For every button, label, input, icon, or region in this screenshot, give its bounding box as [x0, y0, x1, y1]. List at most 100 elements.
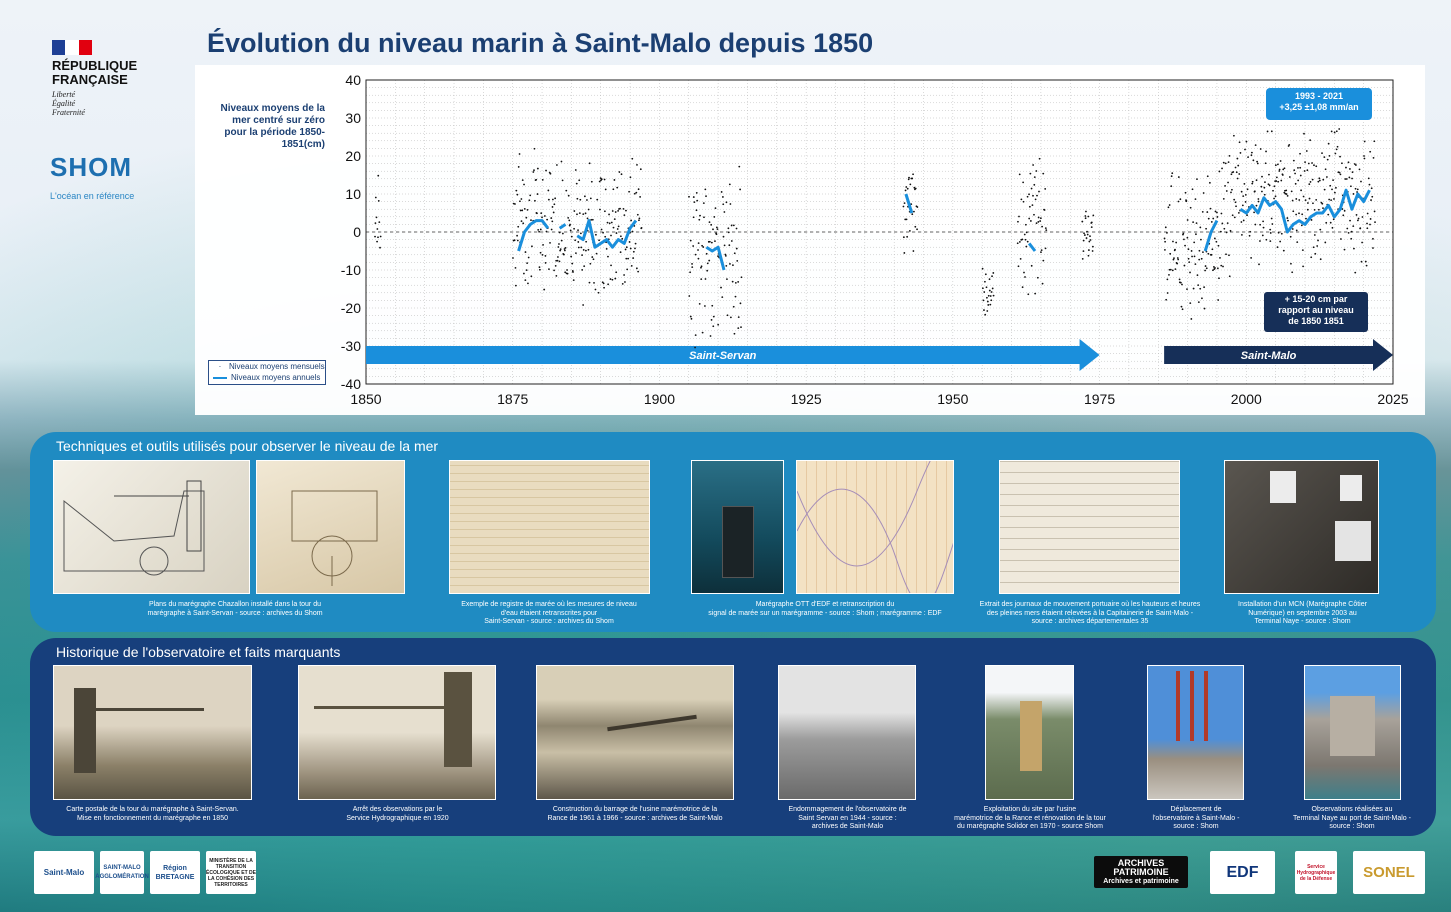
monthly-point [1219, 230, 1222, 233]
monthly-point [986, 296, 988, 299]
monthly-point [698, 302, 701, 305]
monthly-point [1347, 161, 1350, 164]
monthly-point [902, 236, 905, 239]
monthly-point [989, 295, 992, 297]
monthly-point [640, 227, 643, 229]
monthly-point [1200, 257, 1203, 260]
monthly-point [700, 265, 703, 268]
monthly-point [1081, 220, 1084, 223]
chazallon-gear-photo[interactable] [256, 460, 405, 594]
chimney-icon [1204, 671, 1208, 741]
monthly-point [1166, 231, 1168, 234]
monthly-point [586, 217, 589, 220]
monthly-point [590, 180, 593, 183]
monthly-point [739, 302, 742, 305]
monthly-point [1209, 207, 1212, 210]
port-journal-photo[interactable] [999, 460, 1180, 594]
monthly-point [992, 272, 995, 274]
monthly-point [1193, 255, 1196, 258]
monthly-point [1247, 156, 1249, 159]
monthly-point [515, 189, 518, 192]
monthly-point [577, 229, 579, 232]
monthly-point [551, 206, 554, 208]
solidor-tower-photo[interactable] [985, 665, 1074, 800]
monthly-point [1228, 154, 1231, 157]
monthly-point [636, 213, 639, 216]
monthly-point [1330, 130, 1333, 133]
monthly-point [1288, 176, 1291, 178]
maregramme-photo[interactable] [796, 460, 954, 594]
monthly-point [543, 215, 546, 217]
monthly-point [520, 220, 523, 223]
monthly-point [631, 157, 634, 160]
monthly-point [570, 235, 573, 238]
chimney-icon [1176, 671, 1180, 741]
monthly-point [1315, 198, 1318, 201]
monthly-point [1186, 219, 1189, 221]
caption-mcn: Installation d'un MCN (Marégraphe Côtier… [1238, 601, 1367, 625]
monthly-point [1192, 221, 1195, 223]
monthly-point [692, 196, 695, 198]
monthly-point [1193, 241, 1196, 244]
caption-naye: Observations réalisées au Terminal Naye … [1293, 806, 1411, 830]
monthly-point [696, 199, 699, 202]
damaged-observatory-photo[interactable] [778, 665, 916, 800]
monthly-point [549, 241, 551, 244]
postcard-tower-photo[interactable] [53, 665, 252, 800]
monthly-point [563, 249, 566, 252]
monthly-point [714, 207, 717, 210]
monthly-point [1292, 159, 1295, 162]
maregraphe-plan-photo[interactable] [53, 460, 250, 594]
monthly-point [1234, 166, 1237, 169]
monthly-point [579, 232, 582, 235]
postcard-1920-photo[interactable] [298, 665, 496, 800]
monthly-point [1226, 222, 1229, 225]
monthly-point [1324, 241, 1327, 244]
monthly-point [1366, 227, 1369, 230]
monthly-point [1255, 179, 1258, 182]
monthly-point [1311, 178, 1314, 181]
monthly-point [1220, 212, 1223, 215]
monthly-point [907, 178, 910, 181]
monthly-point [992, 294, 995, 297]
monthly-point [376, 240, 378, 243]
terminal-naye-photo[interactable] [1304, 665, 1401, 800]
mcn-installation-photo[interactable] [1224, 460, 1379, 594]
monthly-point [1322, 178, 1325, 181]
monthly-point [534, 199, 536, 202]
monthly-point [1082, 239, 1085, 242]
monthly-point [1191, 255, 1193, 258]
monthly-point [1203, 286, 1206, 289]
caption-solidor: Exploitation du site par l'usine marémot… [954, 806, 1106, 830]
monthly-point [1228, 275, 1231, 278]
monthly-point [1349, 185, 1352, 188]
monthly-point [1239, 152, 1242, 154]
monthly-point [1348, 176, 1351, 179]
rance-barrage-photo[interactable] [536, 665, 734, 800]
monthly-point [379, 235, 382, 238]
monthly-point [711, 304, 714, 307]
monthly-point [523, 183, 525, 186]
monthly-point [1083, 232, 1085, 235]
trend-callout-text: 1993 - 2021 +3,25 ±1,08 mm/an [1279, 91, 1359, 112]
monthly-point [1018, 241, 1021, 243]
monthly-point [567, 216, 570, 219]
monthly-point [1350, 230, 1353, 233]
monthly-point [729, 203, 732, 205]
monthly-point [990, 299, 993, 302]
monthly-point [582, 213, 585, 216]
monthly-point [1364, 260, 1367, 263]
monthly-point [986, 300, 989, 303]
monthly-point [1280, 179, 1283, 182]
caption-chazallon: Plans du marégraphe Chazallon installé d… [147, 601, 323, 617]
monthly-point [1261, 175, 1263, 178]
ott-maregraphe-photo[interactable] [691, 460, 784, 594]
monthly-point [576, 197, 579, 200]
monthly-point [532, 171, 535, 173]
monthly-point [1321, 152, 1323, 155]
x-tick-label: 2000 [1231, 391, 1262, 407]
tide-register-photo[interactable] [449, 460, 650, 594]
monthly-point [537, 228, 540, 231]
saint-malo-observatory-photo[interactable] [1147, 665, 1244, 800]
monthly-point [1081, 257, 1084, 260]
